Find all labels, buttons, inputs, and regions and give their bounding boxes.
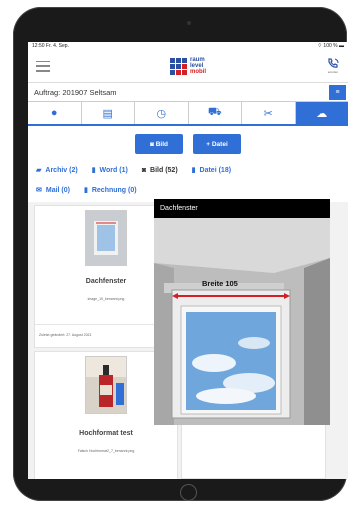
add-file-button[interactable]: + Datei [193, 134, 241, 154]
tab-tools[interactable]: ✂ [242, 102, 296, 124]
tab-bar: ● ▤ ◷ ⛟ ✂ ☁ [28, 102, 348, 126]
clock-icon: ◷ [156, 107, 167, 120]
cloud-icon: ☁ [316, 107, 328, 120]
info-icon: ● [50, 107, 58, 119]
home-button[interactable] [180, 484, 197, 501]
logo-mark [170, 57, 187, 75]
order-label: Auftrag: 201907 Seltsam [34, 87, 117, 97]
tools-icon: ✂ [263, 107, 273, 120]
bottle-thumbnail [86, 357, 126, 413]
status-time: 12:50 Fr. 4. Sep. [32, 43, 69, 49]
filter-datei[interactable]: ▮ Datei (18) [191, 166, 231, 175]
folder-icon: ▰ [36, 167, 42, 174]
preview-title: Dachfenster [160, 205, 198, 212]
file-icon: ▮ [191, 167, 196, 174]
order-menu-button[interactable]: ≡ [329, 84, 346, 100]
document-icon: ▤ [102, 107, 113, 120]
filter-word[interactable]: ▮ Word (1) [91, 166, 128, 175]
tab-cloud[interactable]: ☁ [295, 102, 348, 124]
app-header: raum level mobil anrufen [28, 50, 348, 83]
filter-mail[interactable]: ✉ Mail (0) [36, 186, 70, 195]
card-date: Zuletzt geändert: 27. August 2021 [39, 333, 92, 337]
preview-photo: Breite 105 [154, 218, 330, 425]
logo-text: raum level mobil [190, 57, 206, 75]
upload-actions: ◙ Bild + Datei [28, 134, 348, 154]
file-filters: ▰ Archiv (2) ▮ Word (1) ◙ Bild (52) ▮ Datei … [28, 160, 348, 200]
logo: raum level mobil [170, 57, 206, 75]
skylight-thumbnail [86, 211, 126, 265]
phone-icon [328, 58, 339, 68]
call-label: anrufen [327, 70, 339, 74]
card-thumbnail[interactable] [85, 210, 127, 266]
filter-bild[interactable]: ◙ Bild (52) [142, 167, 178, 174]
tab-documents[interactable]: ▤ [82, 102, 135, 124]
status-bar: 12:50 Fr. 4. Sep. ⌔ 100 % ▬ [28, 42, 348, 50]
word-file-icon: ▮ [91, 167, 96, 174]
truck-icon: ⛟ [207, 106, 222, 118]
image-preview[interactable]: Dachfenster Breite 105 [154, 199, 330, 425]
card-thumbnail[interactable] [85, 356, 127, 414]
camera-icon: ◙ [149, 140, 154, 148]
invoice-icon: ▮ [84, 187, 88, 194]
status-battery: ⌔ 100 % ▬ [317, 43, 344, 49]
camera [187, 21, 191, 25]
order-bar: Auftrag: 201907 Seltsam ≡ [28, 83, 348, 102]
add-image-button[interactable]: ◙ Bild [135, 134, 183, 154]
call-button[interactable]: anrufen [326, 58, 340, 74]
skylight-photo [154, 218, 330, 425]
tab-info[interactable]: ● [28, 102, 82, 124]
camera-icon: ◙ [141, 166, 147, 174]
tab-delivery[interactable]: ⛟ [189, 102, 242, 124]
tab-time[interactable]: ◷ [135, 102, 189, 124]
filter-archiv[interactable]: ▰ Archiv (2) [36, 166, 78, 175]
filter-rechnung[interactable]: ▮ Rechnung (0) [84, 186, 137, 195]
card-filename: Falsch Hochformat2_7_benannt.png [77, 449, 135, 453]
width-annotation: Breite 105 [202, 279, 238, 288]
menu-icon[interactable] [36, 60, 50, 72]
card-title: Hochformat test [79, 430, 133, 437]
mail-icon: ✉ [36, 187, 42, 194]
